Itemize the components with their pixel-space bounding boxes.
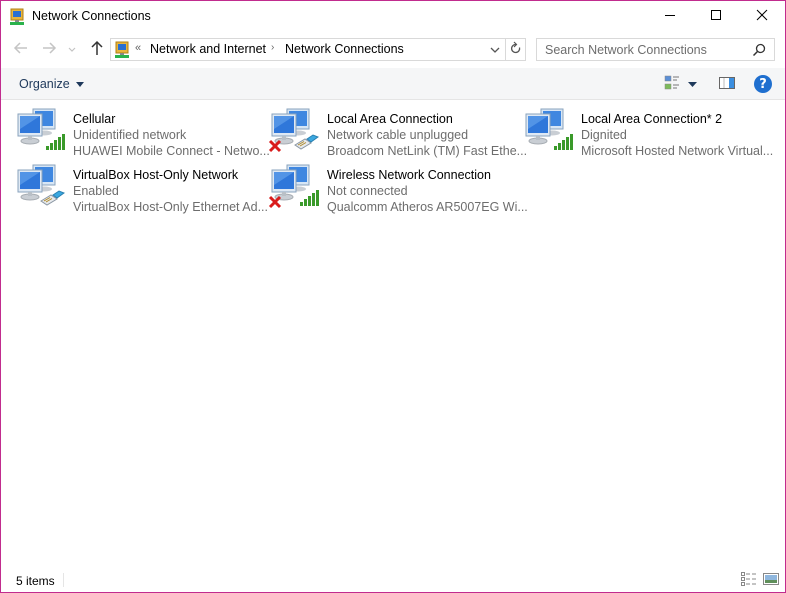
network-connections-icon: [9, 8, 27, 26]
search-input[interactable]: [537, 39, 747, 60]
search-box[interactable]: [536, 38, 775, 61]
organize-button[interactable]: Organize: [11, 72, 92, 96]
command-bar: Organize ?: [1, 68, 785, 100]
large-icons-view-button[interactable]: [762, 572, 780, 588]
details-view-button[interactable]: [740, 571, 758, 589]
connection-item[interactable]: Wireless Network Connection Not connected…: [265, 161, 528, 214]
maximize-icon: [710, 9, 722, 24]
network-adapter-icon: [519, 105, 575, 155]
chevron-down-icon: [490, 43, 500, 57]
preview-pane-icon: [719, 76, 735, 93]
help-button[interactable]: ?: [751, 72, 775, 96]
window-title: Network Connections: [32, 9, 151, 23]
connection-item[interactable]: Local Area Connection Network cable unplu…: [265, 105, 527, 158]
caret-down-icon: [687, 77, 697, 91]
address-history-dropdown[interactable]: [485, 39, 505, 60]
connection-device: Microsoft Hosted Network Virtual...: [581, 144, 774, 158]
organize-label: Organize: [19, 77, 70, 91]
status-bar: 5 items: [1, 567, 785, 592]
refresh-button[interactable]: [505, 39, 526, 60]
connection-status: Not connected: [327, 184, 408, 198]
address-bar[interactable]: « Network and Internet › Network Connect…: [110, 38, 526, 61]
signal-bars-icon: [299, 189, 321, 210]
connection-name: Wireless Network Connection: [327, 168, 491, 182]
chevron-down-icon: [68, 42, 76, 56]
connection-status: Enabled: [73, 184, 119, 198]
forward-button[interactable]: [39, 38, 59, 60]
title-bar[interactable]: Network Connections: [1, 1, 785, 32]
help-icon: ?: [754, 75, 772, 93]
connection-name: VirtualBox Host-Only Network: [73, 168, 239, 182]
back-button[interactable]: [11, 38, 31, 60]
refresh-icon: [510, 41, 522, 58]
disconnected-x-icon: [268, 139, 282, 156]
connection-device: Qualcomm Atheros AR5007EG Wi...: [327, 200, 528, 214]
change-view-button[interactable]: [661, 72, 683, 96]
connection-item[interactable]: Cellular Unidentified network HUAWEI Mobil…: [11, 105, 270, 158]
signal-bars-icon: [45, 133, 67, 154]
arrow-right-icon: [41, 41, 57, 58]
breadcrumb-separator[interactable]: ›: [271, 42, 274, 53]
connection-item[interactable]: VirtualBox Host-Only Network Enabled Virtu…: [11, 161, 268, 214]
close-button[interactable]: [739, 1, 785, 32]
connection-device: HUAWEI Mobile Connect - Netwo...: [73, 144, 270, 158]
connection-name: Cellular: [73, 112, 116, 126]
network-adapter-icon: [265, 161, 321, 211]
preview-pane-button[interactable]: [715, 72, 739, 96]
large-icons-view-icon: [763, 572, 779, 588]
close-icon: [756, 9, 768, 24]
caret-down-icon: [75, 81, 84, 87]
network-adapter-icon: [265, 105, 321, 155]
arrow-up-icon: [90, 40, 104, 59]
connection-device: Broadcom NetLink (TM) Fast Ethe...: [327, 144, 528, 158]
connection-status: Network cable unplugged: [327, 128, 469, 142]
network-adapter-icon: [11, 161, 67, 211]
disconnected-x-icon: [268, 195, 282, 212]
connection-status: Unidentified network: [73, 128, 187, 142]
network-adapter-icon: [11, 105, 67, 155]
view-options-dropdown[interactable]: [685, 72, 699, 96]
breadcrumb-network-connections[interactable]: Network Connections: [285, 42, 404, 56]
up-button[interactable]: [87, 38, 107, 60]
ethernet-cable-icon: [293, 133, 320, 154]
network-connections-icon: [114, 41, 132, 59]
arrow-left-icon: [13, 41, 29, 58]
change-view-icon: [664, 75, 680, 94]
address-overflow-button[interactable]: «: [135, 42, 141, 54]
connection-status: Dignited: [581, 128, 627, 142]
recent-locations-button[interactable]: [65, 38, 79, 60]
minimize-button[interactable]: [647, 1, 693, 32]
item-count: 5 items: [16, 574, 55, 588]
network-connections-window: Network Connections « Network and Intern…: [0, 0, 786, 593]
ethernet-cable-icon: [39, 189, 66, 210]
status-separator: [63, 573, 64, 587]
signal-bars-icon: [553, 133, 575, 154]
connection-name: Local Area Connection: [327, 112, 453, 126]
connection-name: Local Area Connection* 2: [581, 112, 723, 126]
navigation-bar: « Network and Internet › Network Connect…: [1, 32, 785, 68]
search-icon[interactable]: [751, 42, 767, 58]
connection-item[interactable]: Local Area Connection* 2 Dignited Microsof…: [519, 105, 773, 158]
connection-device: VirtualBox Host-Only Ethernet Ad...: [73, 200, 269, 214]
details-view-icon: [741, 571, 757, 589]
connections-list: Cellular Unidentified network HUAWEI Mobil…: [1, 101, 785, 563]
maximize-button[interactable]: [693, 1, 739, 32]
breadcrumb-network-and-internet[interactable]: Network and Internet: [150, 42, 266, 56]
minimize-icon: [664, 9, 676, 24]
